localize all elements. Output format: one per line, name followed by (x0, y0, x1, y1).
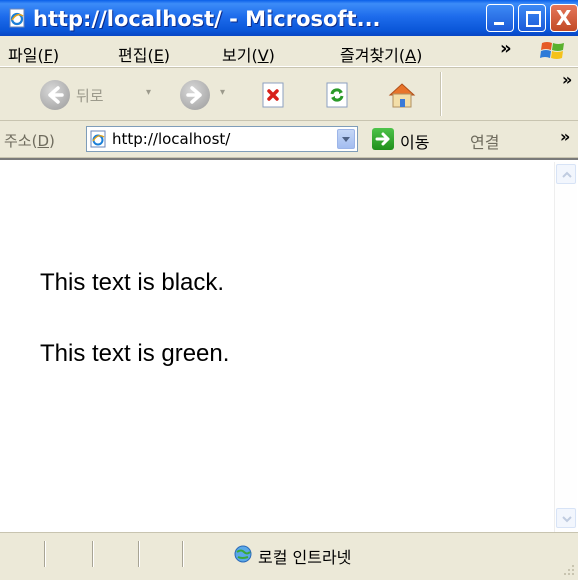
menu-file[interactable]: 파일(F) (8, 42, 59, 66)
status-divider (92, 541, 94, 567)
refresh-icon[interactable] (322, 80, 352, 110)
toolbar-separator (440, 72, 442, 116)
title-bar[interactable]: http://localhost/ - Microsoft... X (0, 0, 578, 36)
links-more-chevron[interactable]: » (560, 127, 570, 146)
vertical-scrollbar[interactable] (554, 162, 577, 532)
toolbar-more-chevron[interactable]: » (562, 70, 572, 89)
scroll-down-button[interactable] (556, 508, 576, 528)
close-icon: X (556, 6, 572, 30)
address-dropdown-button[interactable] (337, 129, 355, 149)
forward-dropdown[interactable]: ▾ (220, 87, 225, 98)
window-title: http://localhost/ - Microsoft... (33, 7, 381, 31)
back-arrow-icon (48, 86, 64, 104)
resize-grip-icon[interactable] (560, 561, 576, 577)
back-label[interactable]: 뒤로 (76, 85, 104, 106)
ie-page-icon (90, 130, 108, 148)
menu-favorites[interactable]: 즐겨찾기(A) (340, 42, 422, 66)
links-label[interactable]: 연결 (470, 129, 499, 153)
go-label[interactable]: 이동 (400, 129, 429, 153)
go-button[interactable] (372, 128, 394, 150)
go-arrow-icon (375, 132, 390, 146)
scroll-up-button[interactable] (556, 164, 576, 184)
address-field[interactable] (86, 126, 358, 152)
windows-logo-icon (540, 40, 566, 62)
security-zone-text: 로컬 인트라넷 (258, 548, 352, 567)
maximize-button[interactable] (518, 4, 546, 32)
forward-arrow-icon (186, 86, 202, 104)
menu-edit[interactable]: 편집(E) (118, 42, 170, 66)
url-input[interactable] (112, 130, 322, 148)
back-button[interactable] (40, 80, 70, 110)
back-dropdown[interactable]: ▾ (146, 87, 151, 98)
stop-icon[interactable] (258, 80, 288, 110)
ie-page-icon[interactable] (8, 8, 28, 28)
chevron-down-icon (562, 516, 572, 523)
forward-button[interactable] (180, 80, 210, 110)
menu-more-chevron[interactable]: » (500, 38, 512, 59)
toolbar: 뒤로 ▾ ▾ » (0, 67, 578, 121)
text-black-line: This text is black. (40, 269, 225, 296)
chevron-up-icon (562, 171, 572, 178)
home-icon[interactable] (386, 80, 416, 110)
menu-bar: 파일(F) 편집(E) 보기(V) 즐겨찾기(A) » (0, 36, 578, 67)
text-green-line: This text is green. (40, 340, 230, 367)
address-bar: 주소(D) 이동 연결 » (0, 121, 578, 158)
status-bar: 로컬 인트라넷 (0, 532, 578, 580)
status-divider (182, 541, 184, 567)
status-divider (138, 541, 140, 567)
intranet-globe-icon (232, 543, 254, 565)
address-label: 주소(D) (4, 132, 55, 150)
minimize-button[interactable] (486, 4, 514, 32)
browser-window: http://localhost/ - Microsoft... X 파일(F)… (0, 0, 578, 580)
status-divider (44, 541, 46, 567)
page-content: This text is black. This text is green. (0, 158, 578, 532)
menu-view[interactable]: 보기(V) (222, 42, 275, 66)
close-button[interactable]: X (550, 4, 578, 32)
